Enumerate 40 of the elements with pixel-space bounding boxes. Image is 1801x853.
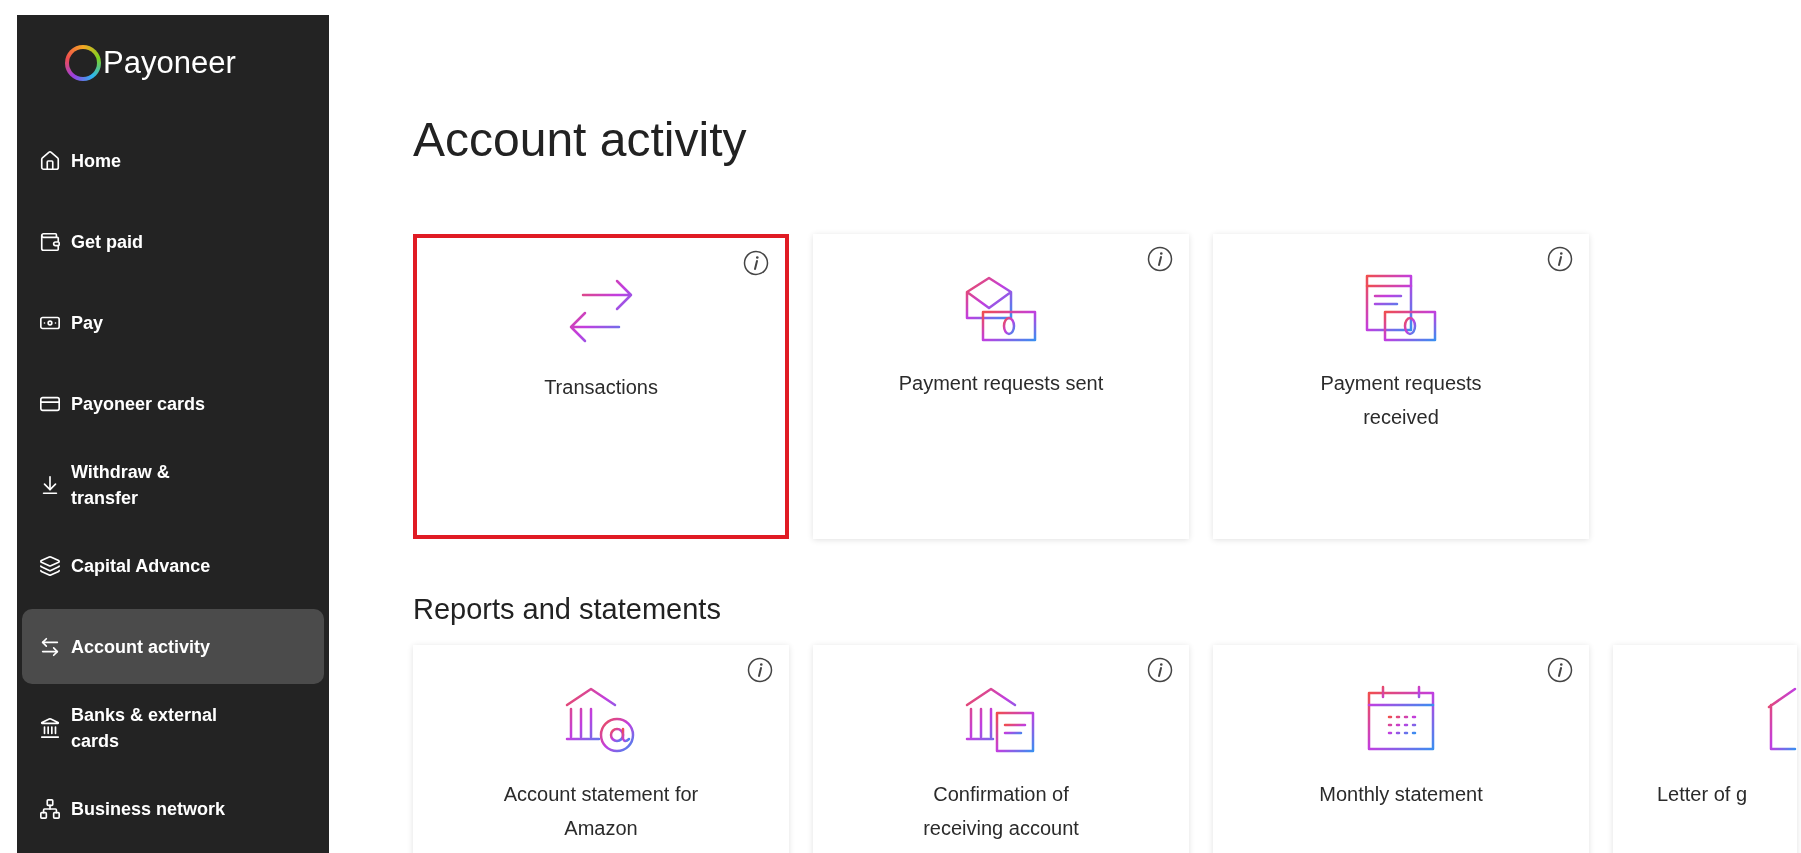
network-icon: [39, 797, 61, 820]
card-label: Letter of g: [1657, 782, 1748, 807]
info-icon[interactable]: [1147, 246, 1173, 272]
stack-icon: [39, 554, 61, 577]
info-icon[interactable]: [1547, 657, 1573, 683]
info-icon[interactable]: [747, 657, 773, 683]
activity-card[interactable]: Payment requests sent: [813, 234, 1189, 539]
nav-item[interactable]: Banks & external cards: [22, 690, 324, 765]
nav-item[interactable]: Home: [22, 123, 324, 198]
page-title: Account activity: [413, 112, 748, 168]
activity-card[interactable]: Confirmation of receiving account: [813, 645, 1189, 853]
card-label: Monthly statement: [1319, 782, 1483, 807]
arrows-icon: [39, 635, 61, 658]
nav-item[interactable]: Withdraw & transfer: [22, 447, 324, 522]
nav-item[interactable]: Payoneer cards: [22, 366, 324, 441]
activity-card[interactable]: Payment requests received: [1213, 234, 1589, 539]
info-icon[interactable]: [1547, 246, 1573, 272]
nav-item[interactable]: Account activity: [22, 609, 324, 684]
activity-card[interactable]: Transactions: [413, 234, 789, 539]
nav-item[interactable]: Pay: [22, 285, 324, 360]
document-icon: [1363, 272, 1439, 344]
section-title: Reports and statements: [413, 592, 722, 627]
nav-item[interactable]: Capital Advance: [22, 528, 324, 603]
logo-ring-icon: [65, 44, 101, 81]
card-label: Account statement for Amazon: [502, 782, 700, 841]
home-icon: [39, 149, 61, 172]
activity-card[interactable]: Letter of g: [1613, 645, 1797, 853]
logo-text: Payoneer: [103, 47, 236, 78]
info-icon[interactable]: [743, 250, 769, 276]
nav-item[interactable]: Business network: [22, 771, 324, 846]
card-label: Confirmation of receiving account: [922, 782, 1080, 841]
wallet-icon: [39, 230, 61, 253]
activity-card[interactable]: Monthly statement: [1213, 645, 1589, 853]
card-label: Transactions: [544, 375, 658, 400]
bank-icon: [39, 716, 61, 739]
nav-item[interactable]: Get paid: [22, 204, 324, 279]
card-label: Payment requests sent: [898, 371, 1104, 396]
card-label: Payment requests received: [1319, 371, 1483, 430]
activity-card[interactable]: Account statement for Amazon: [413, 645, 789, 853]
info-icon[interactable]: [1147, 657, 1173, 683]
